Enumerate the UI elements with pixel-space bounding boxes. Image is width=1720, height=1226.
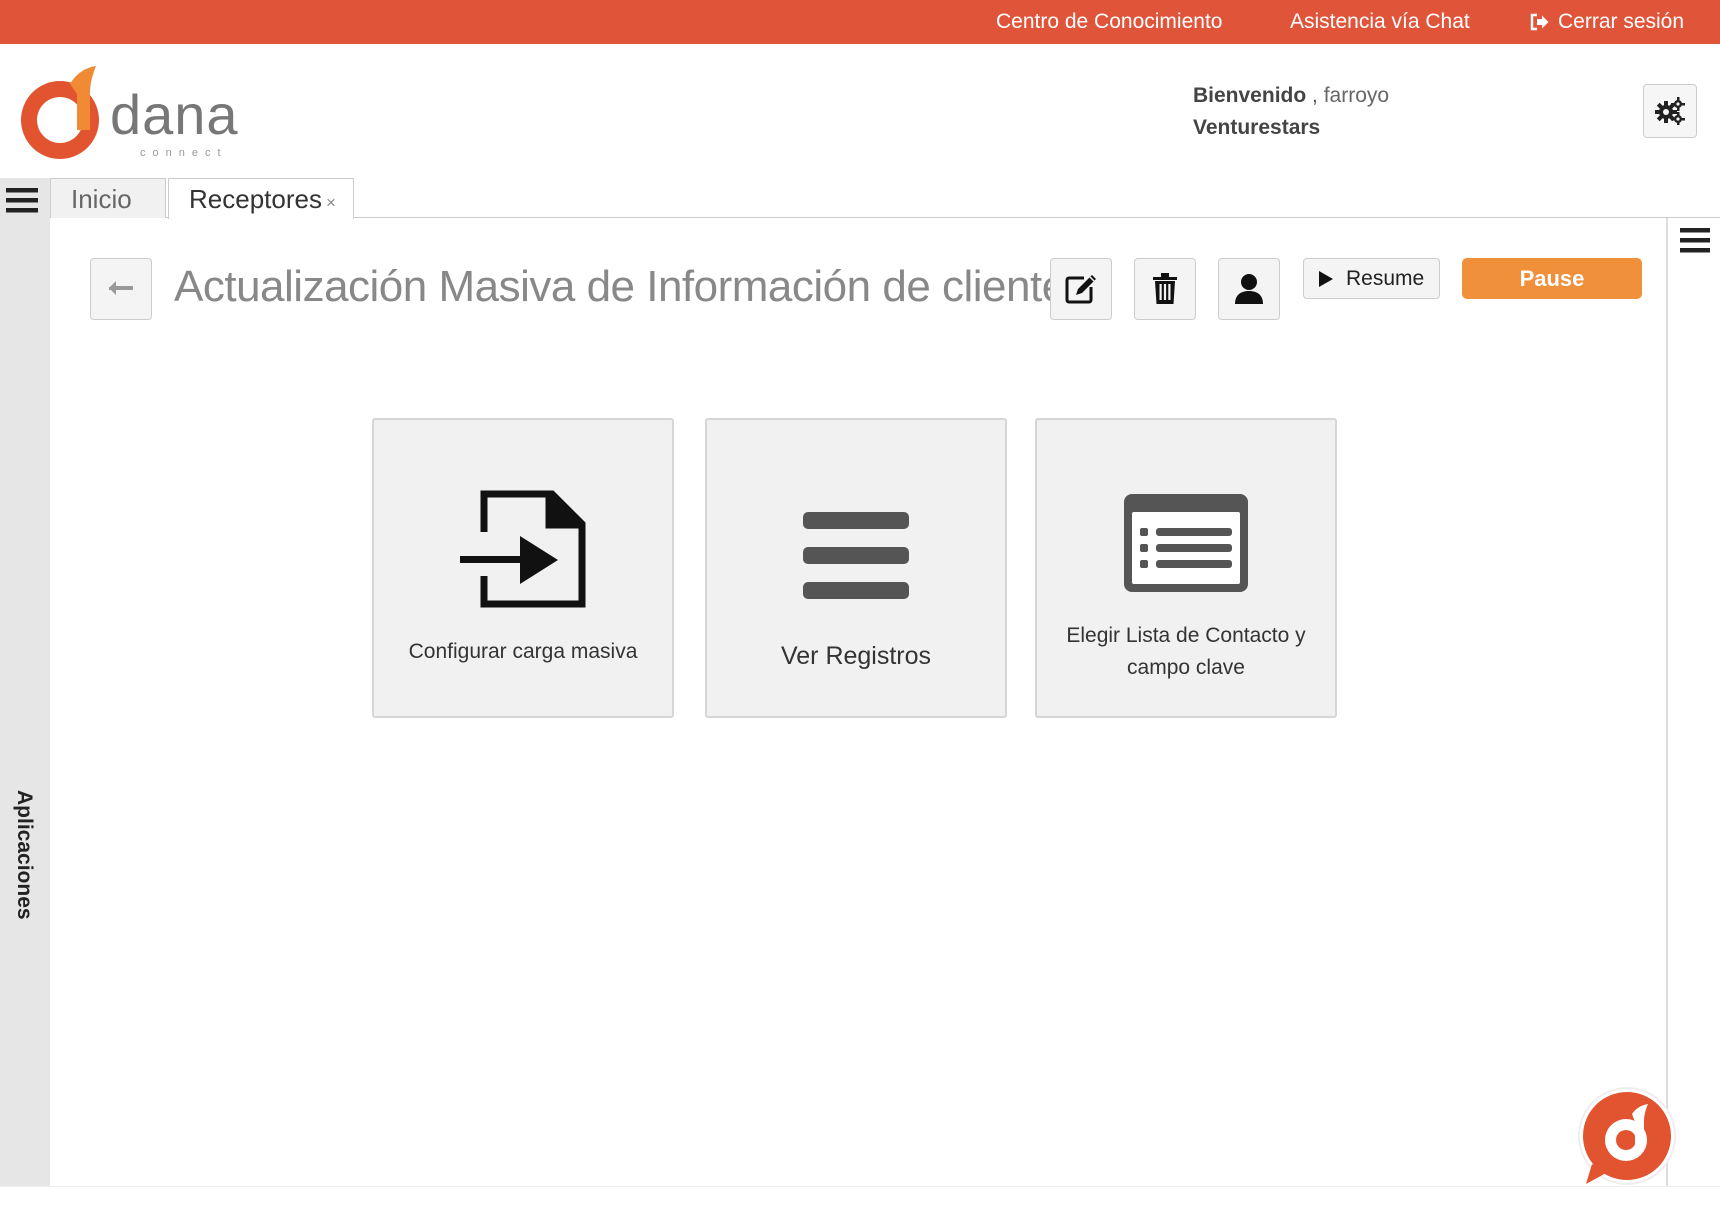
dana-connect-logo[interactable]: dana connect xyxy=(20,64,260,174)
tab-inicio[interactable]: Inicio xyxy=(50,178,166,218)
svg-text:connect: connect xyxy=(140,147,228,159)
menu-icon[interactable] xyxy=(6,186,44,216)
logout-label: Cerrar sesión xyxy=(1558,10,1685,33)
tab-receptores[interactable]: Receptores × xyxy=(168,178,354,219)
logout-link[interactable]: Cerrar sesión xyxy=(1530,0,1684,44)
welcome-block: Bienvenido , farroyo Venturestars xyxy=(1193,80,1389,144)
apps-sidebar[interactable]: Aplicaciones xyxy=(0,178,50,1186)
right-panel-divider xyxy=(1666,218,1668,1190)
contact-list-icon xyxy=(1124,494,1248,592)
app-header: dana connect Bienvenido , farroyo Ventur… xyxy=(0,44,1720,178)
trash-icon xyxy=(1153,273,1177,304)
card-label: Configurar carga masiva xyxy=(408,640,638,663)
edit-icon xyxy=(1065,275,1096,304)
back-arrow-icon xyxy=(109,281,133,295)
file-import-icon xyxy=(460,490,586,608)
resume-label: Resume xyxy=(1346,266,1425,290)
page-footer xyxy=(0,1186,1720,1226)
tab-label: Receptores xyxy=(189,184,322,214)
edit-button[interactable] xyxy=(1050,258,1112,320)
user-button[interactable] xyxy=(1218,258,1280,320)
settings-button[interactable] xyxy=(1643,84,1697,138)
right-menu-icon[interactable] xyxy=(1678,226,1712,256)
company-name: Venturestars xyxy=(1193,116,1321,139)
card-label-line: Elegir Lista de Contacto y xyxy=(1066,624,1306,647)
resume-button[interactable]: Resume xyxy=(1303,258,1440,299)
card-label: Elegir Lista de Contacto y campo clave xyxy=(1047,620,1325,684)
delete-button[interactable] xyxy=(1134,258,1196,320)
apps-sidebar-toggle[interactable]: Aplicaciones xyxy=(6,790,42,940)
knowledge-center-link[interactable]: Centro de Conocimiento xyxy=(996,0,1222,44)
card-label-line: campo clave xyxy=(1127,656,1245,679)
play-icon xyxy=(1319,270,1333,287)
configure-bulk-load-card[interactable]: Configurar carga masiva xyxy=(372,418,674,718)
gears-icon xyxy=(1655,97,1685,125)
back-button[interactable] xyxy=(90,258,152,320)
card-label: Ver Registros xyxy=(780,642,932,670)
logout-icon xyxy=(1530,13,1549,31)
welcome-separator: , xyxy=(1312,84,1318,107)
top-bar: Centro de Conocimiento Asistencia vía Ch… xyxy=(0,0,1720,44)
tab-label: Inicio xyxy=(71,184,132,214)
pause-button[interactable]: Pause xyxy=(1462,258,1642,299)
choose-contact-list-card[interactable]: Elegir Lista de Contacto y campo clave xyxy=(1035,418,1337,718)
view-records-card[interactable]: Ver Registros xyxy=(705,418,1007,718)
list-bars-icon xyxy=(803,512,909,599)
tab-bar: Inicio Receptores × xyxy=(50,178,1720,219)
apps-sidebar-label: Aplicaciones xyxy=(13,790,36,920)
username: farroyo xyxy=(1323,84,1390,107)
chat-support-link[interactable]: Asistencia vía Chat xyxy=(1290,0,1470,44)
welcome-label: Bienvenido xyxy=(1193,84,1307,107)
page-title: Actualización Masiva de Información de c… xyxy=(174,262,1088,311)
chat-bubble-button[interactable] xyxy=(1572,1084,1682,1194)
tab-close-icon[interactable]: × xyxy=(326,193,336,212)
svg-text:dana: dana xyxy=(110,83,239,146)
user-icon xyxy=(1235,274,1263,304)
